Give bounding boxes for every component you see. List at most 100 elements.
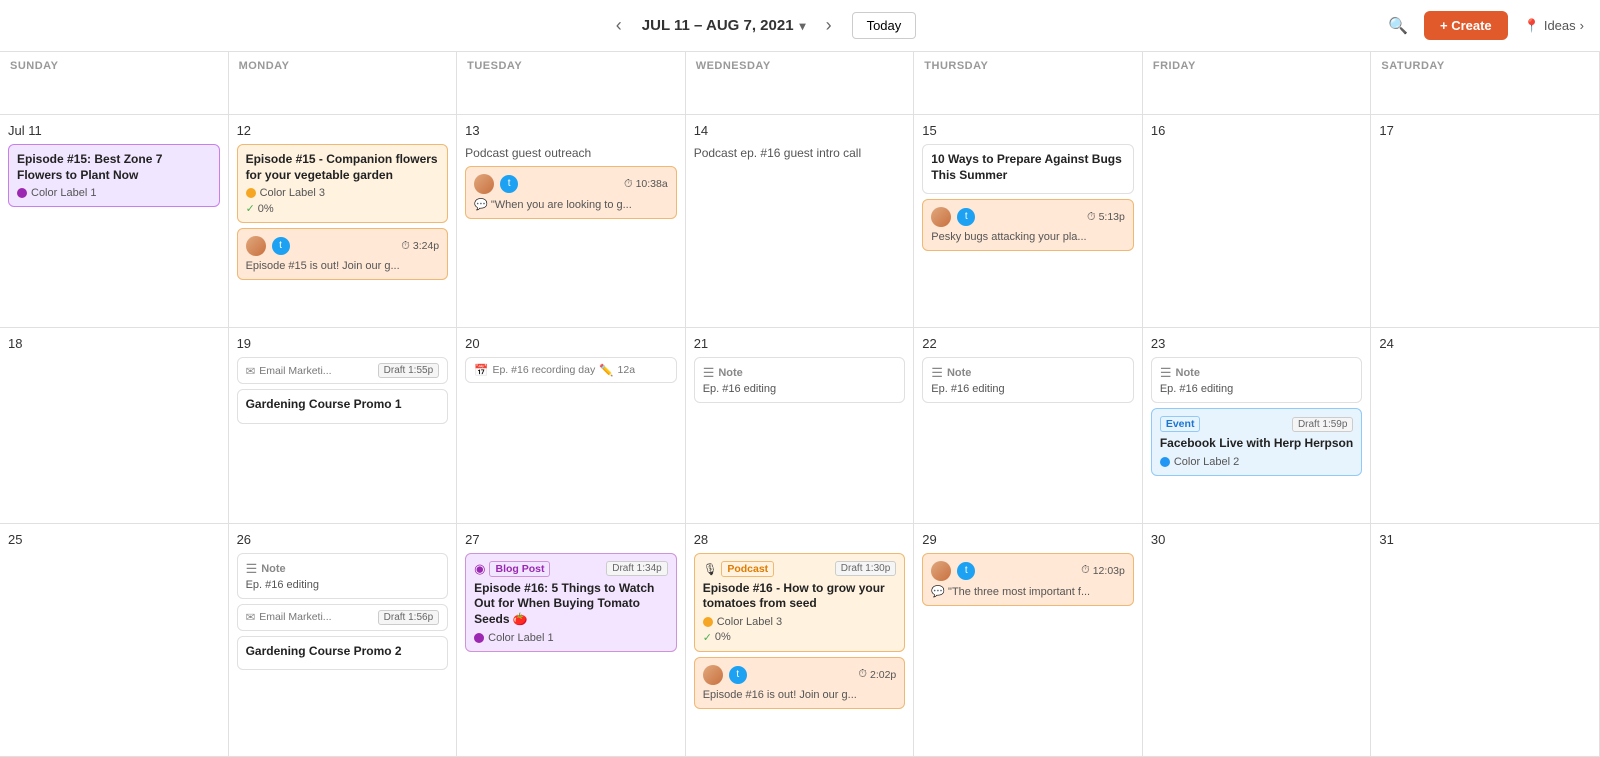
card-blog-ep16-5things[interactable]: Blog Post Draft 1:34p Episode #16: 5 Thi… bbox=[465, 553, 677, 652]
card-10ways[interactable]: 10 Ways to Prepare Against Bugs This Sum… bbox=[922, 144, 1134, 194]
day-cell-29: 29 t 12:03p 💬 "The three most important … bbox=[914, 524, 1143, 757]
card-tweet-513p[interactable]: t 5:13p Pesky bugs attacking your pla... bbox=[922, 199, 1134, 251]
day-cell-28: 28 🎙 Podcast Draft 1:30p Episode #16 - H… bbox=[686, 524, 915, 757]
email-icon: ✉ bbox=[246, 610, 256, 624]
calendar: SUNDAY MONDAY TUESDAY WEDNESDAY THURSDAY… bbox=[0, 52, 1600, 757]
card-tweet-1203p[interactable]: t 12:03p 💬 "The three most important f..… bbox=[922, 553, 1134, 606]
ideas-button[interactable]: 📍 Ideas › bbox=[1524, 18, 1584, 34]
day-cell-20: 20 📅 Ep. #16 recording day ✏️ 12a bbox=[457, 328, 686, 524]
card-note-ep16-editing-23[interactable]: Note Ep. #16 editing bbox=[1151, 357, 1363, 403]
day-cell-jul11: Jul 11 Episode #15: Best Zone 7 Flowers … bbox=[0, 115, 229, 328]
avatar bbox=[931, 207, 951, 227]
email-icon: ✉ bbox=[246, 364, 256, 378]
note-doc-icon bbox=[931, 365, 943, 381]
check-icon: ✓ bbox=[703, 631, 712, 644]
mic-icon: 🎙 bbox=[703, 562, 718, 576]
color-dot-orange bbox=[703, 617, 713, 627]
twitter-icon: t bbox=[729, 666, 747, 684]
prev-button[interactable]: ‹ bbox=[608, 11, 630, 40]
day-header-fri: FRIDAY bbox=[1143, 52, 1372, 115]
note-doc-icon bbox=[246, 561, 258, 577]
avatar bbox=[246, 236, 266, 256]
card-gardening-promo1[interactable]: Gardening Course Promo 1 bbox=[237, 389, 449, 424]
clock-icon bbox=[624, 178, 633, 191]
chevron-down-icon: ▾ bbox=[800, 19, 806, 33]
card-tweet-324p[interactable]: t 3:24p Episode #15 is out! Join our g..… bbox=[237, 228, 449, 280]
draft-badge: Draft 1:34p bbox=[606, 561, 667, 576]
next-button[interactable]: › bbox=[818, 11, 840, 40]
avatar bbox=[474, 174, 494, 194]
nav-center: ‹ JUL 11 – AUG 7, 2021 ▾ › Today bbox=[608, 11, 917, 40]
speech-icon: 💬 bbox=[474, 199, 488, 211]
speech-icon: 💬 bbox=[931, 586, 945, 598]
avatar bbox=[931, 561, 951, 581]
day-cell-21: 21 Note Ep. #16 editing bbox=[686, 328, 915, 524]
day-cell-15: 15 10 Ways to Prepare Against Bugs This … bbox=[914, 115, 1143, 328]
day-header-thu: THURSDAY bbox=[914, 52, 1143, 115]
draft-badge: Draft 1:56p bbox=[378, 610, 439, 625]
day-cell-30: 30 bbox=[1143, 524, 1372, 757]
twitter-icon: t bbox=[957, 562, 975, 580]
rss-icon bbox=[474, 561, 485, 577]
twitter-icon: t bbox=[500, 175, 518, 193]
card-email-draft-156p[interactable]: ✉ Email Marketi... Draft 1:56p bbox=[237, 604, 449, 631]
day-cell-19: 19 ✉ Email Marketi... Draft 1:55p Garden… bbox=[229, 328, 458, 524]
day-header-wed: WEDNESDAY bbox=[686, 52, 915, 115]
clock-icon bbox=[1087, 211, 1096, 224]
avatar bbox=[703, 665, 723, 685]
day-cell-24: 24 bbox=[1371, 328, 1600, 524]
day-cell-26: 26 Note Ep. #16 editing ✉ Email Marketi.… bbox=[229, 524, 458, 757]
day-cell-25: 25 bbox=[0, 524, 229, 757]
color-dot-blue bbox=[1160, 457, 1170, 467]
color-dot-orange bbox=[246, 188, 256, 198]
day-cell-23: 23 Note Ep. #16 editing Event Draft 1:59… bbox=[1143, 328, 1372, 524]
day-cell-31: 31 bbox=[1371, 524, 1600, 757]
twitter-icon: t bbox=[272, 237, 290, 255]
day-cell-12: 12 Episode #15 - Companion flowers for y… bbox=[229, 115, 458, 328]
day-cell-14: 14 Podcast ep. #16 guest intro call bbox=[686, 115, 915, 328]
day-cell-27: 27 Blog Post Draft 1:34p Episode #16: 5 … bbox=[457, 524, 686, 757]
today-button[interactable]: Today bbox=[852, 12, 917, 39]
date-range[interactable]: JUL 11 – AUG 7, 2021 ▾ bbox=[642, 17, 806, 34]
search-button[interactable]: 🔍 bbox=[1388, 16, 1408, 36]
note-doc-icon bbox=[1160, 365, 1172, 381]
twitter-icon: t bbox=[957, 208, 975, 226]
location-icon: 📍 bbox=[1524, 18, 1540, 34]
clock-icon bbox=[401, 240, 410, 253]
create-button[interactable]: + Create bbox=[1424, 11, 1508, 40]
plain-text-podcast-intro[interactable]: Podcast ep. #16 guest intro call bbox=[694, 144, 906, 162]
card-episode15-best-zone[interactable]: Episode #15: Best Zone 7 Flowers to Plan… bbox=[8, 144, 220, 207]
day-cell-17: 17 bbox=[1371, 115, 1600, 328]
color-dot-purple bbox=[474, 633, 484, 643]
card-gardening-promo2[interactable]: Gardening Course Promo 2 bbox=[237, 636, 449, 671]
clock-icon bbox=[1081, 564, 1090, 577]
day-cell-16: 16 bbox=[1143, 115, 1372, 328]
card-tweet-202p[interactable]: t 2:02p Episode #16 is out! Join our g..… bbox=[694, 657, 906, 709]
day-header-tue: TUESDAY bbox=[457, 52, 686, 115]
draft-badge: Draft 1:59p bbox=[1292, 417, 1353, 432]
card-note-ep16-editing-21[interactable]: Note Ep. #16 editing bbox=[694, 357, 906, 403]
card-facebook-live[interactable]: Event Draft 1:59p Facebook Live with Her… bbox=[1151, 408, 1363, 476]
card-podcast-ep16-tomatoes[interactable]: 🎙 Podcast Draft 1:30p Episode #16 - How … bbox=[694, 553, 906, 652]
podcast-badge: Podcast bbox=[721, 561, 774, 577]
ideas-chevron-icon: › bbox=[1580, 18, 1584, 33]
day-cell-13: 13 Podcast guest outreach t 10:38a 💬 "Wh… bbox=[457, 115, 686, 328]
card-note-ep16-editing-26[interactable]: Note Ep. #16 editing bbox=[237, 553, 449, 599]
day-cell-18: 18 bbox=[0, 328, 229, 524]
draft-badge: Draft 1:30p bbox=[835, 561, 896, 576]
card-note-ep16-editing-22[interactable]: Note Ep. #16 editing bbox=[922, 357, 1134, 403]
top-nav: ‹ JUL 11 – AUG 7, 2021 ▾ › Today 🔍 + Cre… bbox=[0, 0, 1600, 52]
calendar-icon: 📅 bbox=[474, 363, 488, 377]
plain-text-podcast-outreach[interactable]: Podcast guest outreach bbox=[465, 144, 677, 166]
card-ep16-recording[interactable]: 📅 Ep. #16 recording day ✏️ 12a bbox=[465, 357, 677, 383]
nav-right: 🔍 + Create 📍 Ideas › bbox=[1388, 11, 1584, 40]
card-tweet-1038a[interactable]: t 10:38a 💬 "When you are looking to g... bbox=[465, 166, 677, 219]
note-doc-icon bbox=[703, 365, 715, 381]
day-header-mon: MONDAY bbox=[229, 52, 458, 115]
day-cell-22: 22 Note Ep. #16 editing bbox=[914, 328, 1143, 524]
day-header-sat: SATURDAY bbox=[1371, 52, 1600, 115]
card-email-draft-155p[interactable]: ✉ Email Marketi... Draft 1:55p bbox=[237, 357, 449, 384]
card-episode15-companion[interactable]: Episode #15 - Companion flowers for your… bbox=[237, 144, 449, 223]
day-number: Jul 11 bbox=[8, 123, 220, 138]
clock-icon bbox=[858, 668, 867, 681]
